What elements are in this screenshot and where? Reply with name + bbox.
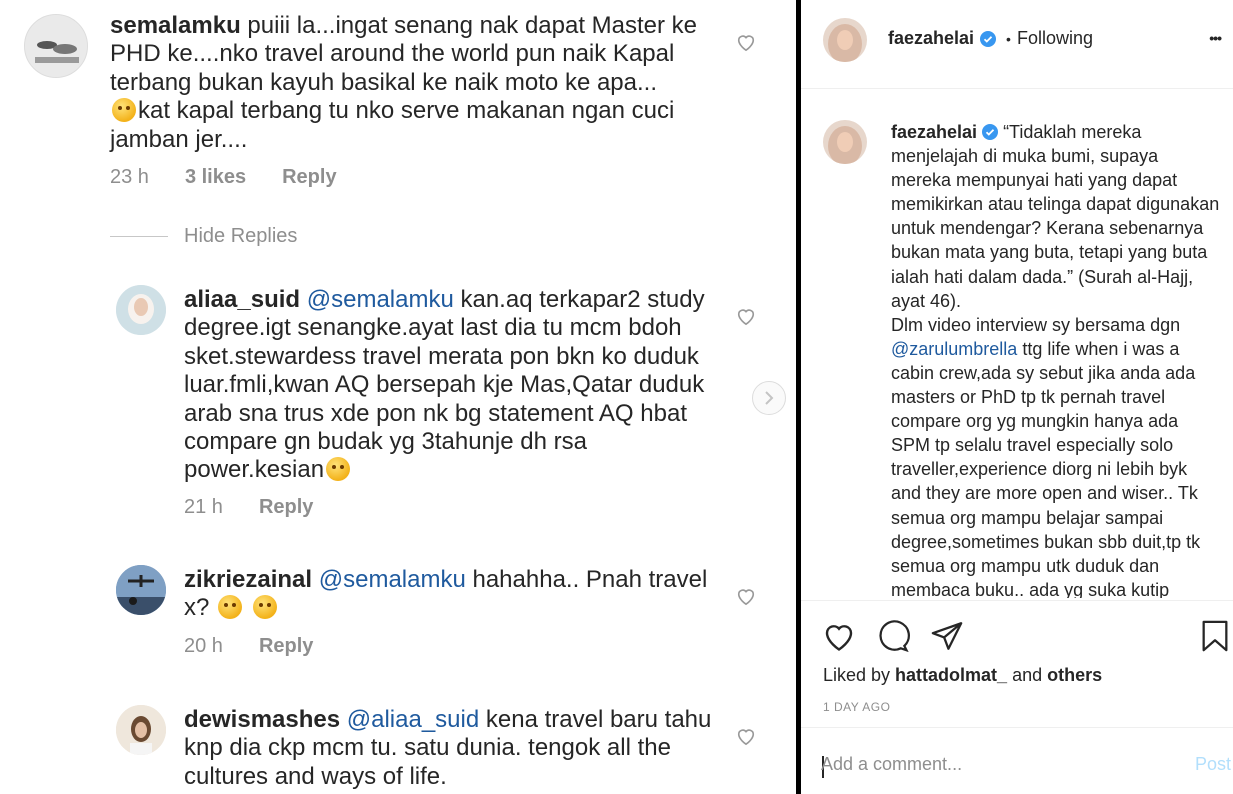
comment-time: 20 h: [184, 635, 223, 657]
post-caption: faezahelai “Tidaklah mereka menjelajah d…: [891, 120, 1221, 598]
caption-text: Dlm video interview sy bersama dgn: [891, 314, 1181, 335]
hide-replies-button[interactable]: Hide Replies: [184, 225, 297, 248]
comment-input[interactable]: [821, 752, 1161, 776]
heart-outline-icon[interactable]: [821, 619, 857, 653]
header-separator: •: [1006, 30, 1011, 47]
comment-likes[interactable]: 3 likes: [185, 166, 246, 189]
caption-username[interactable]: faezahelai: [891, 122, 977, 142]
hide-replies-line: [110, 236, 168, 237]
comment-time: 23 h: [110, 166, 149, 188]
reply-button[interactable]: Reply: [282, 166, 336, 189]
more-options-button[interactable]: •••: [1209, 30, 1222, 46]
post-header-user: faezahelai • Following: [888, 28, 1093, 49]
post-actions: Liked by hattadolmat_ and others 1 DAY A…: [801, 600, 1233, 726]
verified-badge-icon: [980, 30, 997, 47]
comment-meta: 23 h 3 likes Reply: [110, 166, 337, 189]
avatar-dewismashes[interactable]: [116, 705, 166, 755]
liked-others-link[interactable]: others: [1047, 665, 1102, 685]
comment-mention[interactable]: @aliaa_suid: [347, 706, 479, 733]
paper-plane-icon[interactable]: [929, 619, 965, 653]
comment-text: kan.aq terkapar2 study degree.igt senang…: [184, 286, 705, 484]
comment-body: aliaa_suid @semalamku kan.aq terkapar2 s…: [184, 286, 714, 485]
next-button[interactable]: [752, 381, 786, 415]
post-side-panel: faezahelai • Following ••• faezahelai “T…: [801, 0, 1233, 794]
comment-time: 21 h: [184, 496, 223, 518]
heart-outline-icon[interactable]: [735, 726, 757, 746]
following-button[interactable]: Following: [1017, 28, 1093, 49]
comment-bubble-icon[interactable]: [875, 619, 911, 653]
comment-username[interactable]: dewismashes: [184, 706, 340, 733]
caption-text: ttg life when i was a cabin crew,ada sy …: [891, 338, 1201, 598]
caption-author-avatar[interactable]: [823, 120, 867, 164]
avatar-zikriezainal[interactable]: [116, 565, 166, 615]
winking-face-emoji-icon: [326, 457, 351, 482]
caption-text: “Tidaklah mereka menjelajah di muka bumi…: [891, 122, 1220, 311]
post-author-avatar[interactable]: [823, 18, 867, 62]
verified-badge-icon: [982, 124, 999, 140]
comment-username[interactable]: zikriezainal: [184, 566, 312, 593]
caption-mention[interactable]: @zarulumbrella: [891, 339, 1017, 359]
liked-mid: and: [1007, 665, 1048, 685]
post-author-username[interactable]: faezahelai: [888, 28, 974, 49]
heart-outline-icon[interactable]: [735, 306, 757, 326]
avatar-aliaa-suid[interactable]: [116, 285, 166, 335]
post-comment-button[interactable]: Post: [1195, 754, 1231, 775]
worried-face-emoji-icon: [112, 98, 136, 123]
heart-outline-icon[interactable]: [735, 586, 757, 606]
add-comment-bar: Post: [801, 727, 1233, 794]
comment-body: zikriezainal @semalamku hahahha.. Pnah t…: [184, 566, 714, 623]
comment-meta: 21 h Reply: [184, 496, 313, 519]
liked-by-text: Liked by hattadolmat_ and others: [823, 665, 1102, 686]
comment-mention[interactable]: @semalamku: [307, 286, 454, 313]
liked-prefix: Liked by: [823, 665, 896, 685]
avatar-semalamku[interactable]: [24, 14, 88, 78]
chevron-right-icon: [765, 391, 774, 405]
heart-outline-icon[interactable]: [735, 32, 757, 52]
comment-body: semalamku puiii la...ingat senang nak da…: [110, 12, 710, 154]
winking-face-emoji-icon: [252, 595, 277, 620]
winking-face-emoji-icon: [218, 595, 243, 620]
reply-button[interactable]: Reply: [259, 635, 313, 658]
comment-mention[interactable]: @semalamku: [319, 566, 466, 593]
comment-body: dewismashes @aliaa_suid kena travel baru…: [184, 706, 714, 791]
comment-text: kat kapal terbang tu nko serve makanan n…: [110, 97, 675, 153]
post-date[interactable]: 1 DAY AGO: [823, 700, 890, 714]
comment-username[interactable]: aliaa_suid: [184, 286, 300, 313]
comment-thread-panel: semalamku puiii la...ingat senang nak da…: [0, 0, 796, 794]
reply-button[interactable]: Reply: [259, 496, 313, 519]
comment-meta: 20 h Reply: [184, 635, 313, 658]
post-header: faezahelai • Following •••: [801, 0, 1233, 89]
liked-user-link[interactable]: hattadolmat_: [895, 665, 1007, 685]
bookmark-icon[interactable]: [1199, 619, 1231, 653]
comment-username[interactable]: semalamku: [110, 12, 241, 39]
